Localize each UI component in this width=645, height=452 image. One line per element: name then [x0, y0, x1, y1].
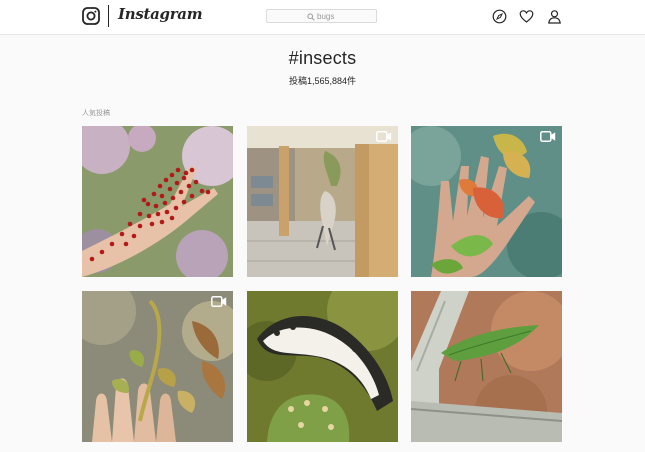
top-navigation-bar: Instagram bugs	[0, 0, 645, 35]
post-thumbnail[interactable]	[247, 291, 398, 442]
search-text: bugs	[317, 12, 335, 21]
post-image	[411, 126, 562, 277]
instagram-wordmark[interactable]: Instagram	[118, 5, 203, 23]
video-icon	[540, 131, 556, 142]
post-image	[82, 291, 233, 442]
search-input[interactable]: bugs	[266, 9, 377, 23]
post-thumbnail[interactable]	[247, 126, 398, 277]
post-image	[82, 126, 233, 277]
compass-icon[interactable]	[492, 9, 507, 24]
post-image	[247, 291, 398, 442]
post-image	[411, 291, 562, 442]
post-thumbnail[interactable]	[411, 126, 562, 277]
top-posts-label: 人気投稿	[82, 110, 110, 117]
post-thumbnail[interactable]	[82, 291, 233, 442]
instagram-camera-icon[interactable]	[82, 7, 100, 25]
logo-divider	[108, 5, 109, 27]
heart-icon[interactable]	[519, 9, 534, 24]
post-image	[247, 126, 398, 277]
post-thumbnail[interactable]	[82, 126, 233, 277]
person-icon[interactable]	[547, 9, 562, 24]
search-icon	[307, 13, 315, 21]
hashtag-title: #insects	[288, 48, 357, 68]
post-thumbnail[interactable]	[411, 291, 562, 442]
video-icon	[376, 131, 392, 142]
post-count: 投稿1,565,884件	[288, 76, 357, 86]
video-icon	[211, 296, 227, 307]
